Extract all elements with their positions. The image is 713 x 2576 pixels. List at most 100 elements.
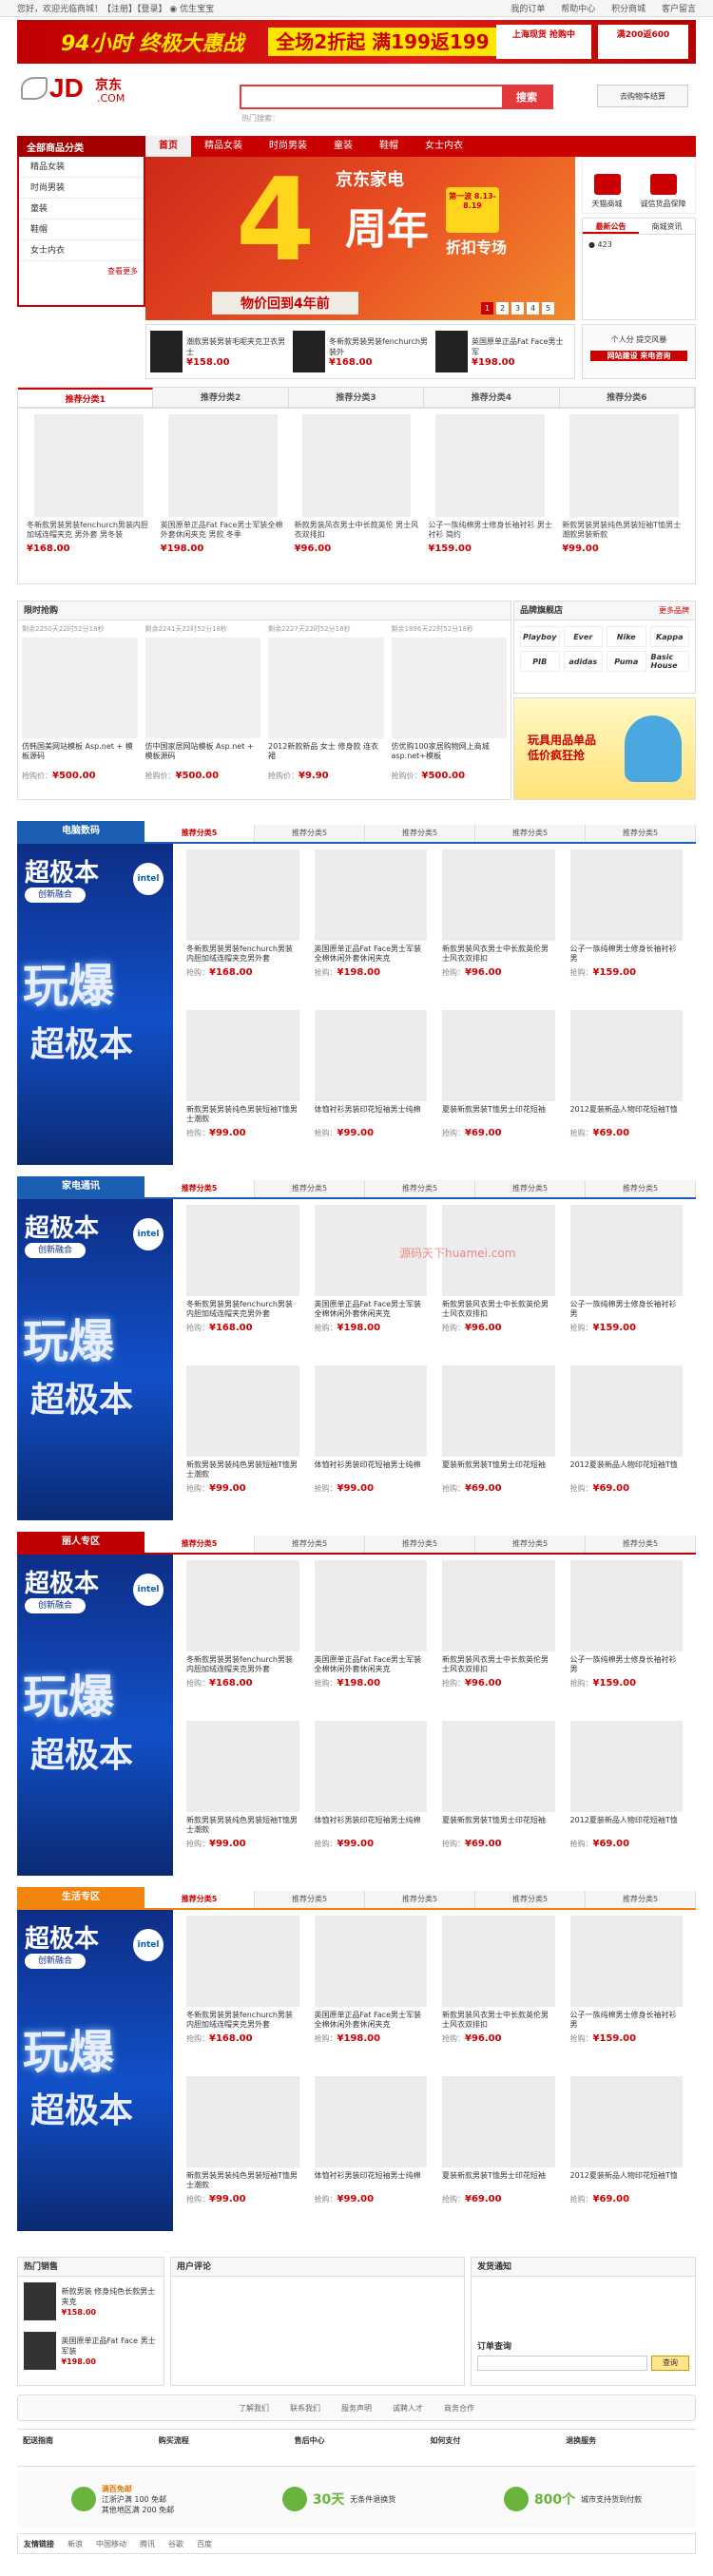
search-button[interactable]: 搜索 xyxy=(502,86,551,107)
product-card[interactable]: 2012夏装新品人物印花短袖T恤 抢购：¥69.00 xyxy=(563,1715,691,1876)
help-section[interactable]: 购买流程 xyxy=(153,2430,289,2466)
product-card[interactable]: 新款男装男装纯色男装短袖T恤男士 潮款男装新款 ¥99.00 xyxy=(557,414,691,554)
category-item[interactable]: 女士内衣 xyxy=(19,240,144,261)
friend-link[interactable]: 谷歌 xyxy=(168,2539,183,2549)
product-card[interactable]: 体恤衬衫男装印花短袖男士纯棉 抢购：¥99.00 xyxy=(307,1360,435,1520)
floor-tab[interactable]: 推荐分类5 xyxy=(475,1891,586,1908)
product-card[interactable]: 夏装新款男装T恤男士印花短袖 抢购：¥69.00 xyxy=(434,1360,563,1520)
product-card[interactable]: 新款男装男装纯色男装短袖T恤男士潮款 抢购：¥99.00 xyxy=(179,1715,307,1876)
promo-banner[interactable]: 94小时 终极大惠战 全场2折起 满199返199 上海现货 抢购中 满200返… xyxy=(17,20,696,64)
floor-tab[interactable]: 推荐分类5 xyxy=(365,1180,475,1197)
flash-sale-item[interactable]: 剩余2227天22时52分18秒 2012新款新品 女士 修身款 连衣裙 抢购价：¥… xyxy=(264,620,388,785)
nav-item-shoes[interactable]: 鞋帽 xyxy=(366,136,412,157)
product-card[interactable]: 新款男装男装纯色男装短袖T恤男士潮款 抢购：¥99.00 xyxy=(179,1360,307,1520)
brand-logo[interactable]: Ever xyxy=(563,626,603,647)
guarantee-link[interactable]: 诚信货品保障 xyxy=(641,174,686,209)
product-card[interactable]: 公子一族纯棉男士修身长袖衬衫男 抢购：¥159.00 xyxy=(563,844,691,1004)
banner-page-4[interactable]: 4 xyxy=(527,302,539,315)
flash-sale-item[interactable]: 剩余1896天22时52分18秒 仿优购100家居购物网上商城 asp.net+模… xyxy=(388,620,511,785)
product-card[interactable]: 新款男装风衣男士中长款英伦男士风衣双排扣 抢购：¥96.00 xyxy=(434,1910,563,2070)
hero-banner[interactable]: 4 京东家电 周年 第一波 8.13-8.19 折扣专场 物价回到4年前 1 2… xyxy=(145,157,575,320)
flash-sale-item[interactable]: 剩余2241天22时52分18秒 仿中国家居网站模板 Asp.net + 模板源码… xyxy=(142,620,265,785)
nav-item-home[interactable]: 首页 xyxy=(145,136,191,157)
floor-title[interactable]: 丽人专区 xyxy=(17,1532,145,1553)
floor-tab[interactable]: 推荐分类5 xyxy=(255,1180,365,1197)
footer-link[interactable]: 诚聘人才 xyxy=(393,2403,423,2414)
category-item[interactable]: 时尚男装 xyxy=(19,178,144,199)
floor-tab[interactable]: 推荐分类5 xyxy=(255,1891,365,1908)
category-item[interactable]: 精品女装 xyxy=(19,157,144,178)
friend-link[interactable]: 百度 xyxy=(197,2539,212,2549)
product-card[interactable]: 冬新款男装男装fenchurch男装内胆加绒连帽夹克男外套 抢购：¥168.00 xyxy=(179,1910,307,2070)
product-card[interactable]: 夏装新款男装T恤男士印花短袖 抢购：¥69.00 xyxy=(434,1715,563,1876)
product-card[interactable]: 体恤衬衫男装印花短袖男士纯棉 抢购：¥99.00 xyxy=(307,1004,435,1165)
hot-sale-item[interactable]: 英国原单正品Fat Face 男士军装 ¥198.00 xyxy=(18,2326,164,2376)
product-card[interactable]: 冬新款男装男装fenchurch男装内胆加绒连帽夹克男外套 抢购：¥168.00 xyxy=(179,844,307,1004)
banner-page-5[interactable]: 5 xyxy=(542,302,554,315)
floor-title[interactable]: 生活专区 xyxy=(17,1887,145,1908)
product-card[interactable]: 2012夏装新品人物印花短袖T恤 抢购：¥69.00 xyxy=(563,1360,691,1520)
nav-item-lingerie[interactable]: 女士内衣 xyxy=(412,136,476,157)
product-card[interactable]: 夏装新款男装T恤男士印花短袖 抢购：¥69.00 xyxy=(434,2070,563,2231)
help-section[interactable]: 退换服务 xyxy=(560,2430,696,2466)
mini-product[interactable]: 潮款男装男装毛呢夹克卫衣男士 ¥158.00 xyxy=(146,325,289,378)
tab-recommend-3[interactable]: 推荐分类3 xyxy=(288,388,425,407)
nav-item-kids[interactable]: 童装 xyxy=(320,136,366,157)
floor-ad[interactable]: 超极本 创新融合 intel 玩爆 超极本 xyxy=(17,844,173,1165)
top-link-orders[interactable]: 我的订单 xyxy=(511,5,545,14)
floor-tab[interactable]: 推荐分类5 xyxy=(365,1891,475,1908)
product-card[interactable]: 英国原单正品Fat Face男士军装全棉休闲外套休闲夹克 抢购：¥198.00 xyxy=(307,844,435,1004)
floor-title[interactable]: 家电通讯 xyxy=(17,1176,145,1197)
brand-logo[interactable]: Basic House xyxy=(649,651,689,672)
brand-logo[interactable]: Puma xyxy=(607,651,646,672)
floor-tab[interactable]: 推荐分类5 xyxy=(145,825,255,842)
floor-tab[interactable]: 推荐分类5 xyxy=(145,1180,255,1197)
brand-logo[interactable]: adidas xyxy=(563,651,603,672)
category-more-link[interactable]: 查看更多 xyxy=(19,261,144,282)
floor-tab[interactable]: 推荐分类5 xyxy=(475,1180,586,1197)
help-section[interactable]: 如何支付 xyxy=(424,2430,560,2466)
product-card[interactable]: 体恤衬衫男装印花短袖男士纯棉 抢购：¥99.00 xyxy=(307,1715,435,1876)
friend-link[interactable]: 新浪 xyxy=(67,2539,83,2549)
floor-tab[interactable]: 推荐分类5 xyxy=(586,1536,696,1553)
news-list[interactable]: ● 423 xyxy=(582,235,696,320)
product-card[interactable]: 新款男装风衣男士中长款英伦男士风衣双排扣 抢购：¥96.00 xyxy=(434,1555,563,1715)
floor-tab[interactable]: 推荐分类5 xyxy=(365,1536,475,1553)
top-link-points[interactable]: 积分商城 xyxy=(611,5,646,14)
product-card[interactable]: 新款男装男装纯色男装短袖T恤男士潮款 抢购：¥99.00 xyxy=(179,2070,307,2231)
footer-link[interactable]: 了解我们 xyxy=(239,2403,269,2414)
flash-sale-item[interactable]: 剩余2250天22时52分18秒 仿韩国美网站模板 Asp.net + 模板源码抢… xyxy=(18,620,142,785)
brand-logo[interactable]: Playboy xyxy=(520,626,560,647)
banner-page-2[interactable]: 2 xyxy=(496,302,509,315)
product-card[interactable]: 公子一族纯棉男士修身长袖衬衫男 抢购：¥159.00 xyxy=(563,1910,691,2070)
tab-recommend-6[interactable]: 推荐分类6 xyxy=(559,388,696,407)
tab-recommend-1[interactable]: 推荐分类1 xyxy=(18,388,154,407)
footer-link[interactable]: 联系我们 xyxy=(290,2403,320,2414)
help-section[interactable]: 售后中心 xyxy=(289,2430,425,2466)
product-card[interactable]: 冬新款男装男装fenchurch男装内胆加绒连帽夹克男外套 抢购：¥168.00 xyxy=(179,1555,307,1715)
banner-page-1[interactable]: 1 xyxy=(481,302,493,315)
floor-title[interactable]: 电脑数码 xyxy=(17,821,145,842)
friend-link[interactable]: 腾讯 xyxy=(140,2539,155,2549)
floor-tab[interactable]: 推荐分类5 xyxy=(475,825,586,842)
product-card[interactable]: 英国原单正品Fat Face男士军装全棉休闲外套休闲夹克 抢购：¥198.00 xyxy=(307,1910,435,2070)
product-card[interactable]: 新款男装风衣男士中长款英伦男士风衣双排扣 抢购：¥96.00 xyxy=(434,844,563,1004)
top-link-help[interactable]: 帮助中心 xyxy=(561,5,595,14)
product-card[interactable]: 英国原单正品Fat Face男士军装全棉外套休闲夹克 男款 冬季 ¥198.00 xyxy=(156,414,290,554)
product-card[interactable]: 2012夏装新品人物印花短袖T恤 抢购：¥69.00 xyxy=(563,1004,691,1165)
floor-tab[interactable]: 推荐分类5 xyxy=(145,1891,255,1908)
brand-logo[interactable]: Kappa xyxy=(649,626,689,647)
floor-tab[interactable]: 推荐分类5 xyxy=(145,1536,255,1553)
floor-ad[interactable]: 超极本 创新融合 intel 玩爆 超极本 xyxy=(17,1199,173,1520)
top-link-feedback[interactable]: 客户留言 xyxy=(662,5,696,14)
floor-ad[interactable]: 超极本 创新融合 intel 玩爆 超极本 xyxy=(17,1555,173,1876)
floor-tab[interactable]: 推荐分类5 xyxy=(475,1536,586,1553)
toy-ad[interactable]: 玩具用品单品 低价疯狂抢 xyxy=(513,697,696,800)
product-card[interactable]: 新款男装男装纯色男装短袖T恤男士潮款 抢购：¥99.00 xyxy=(179,1004,307,1165)
floor-tab[interactable]: 推荐分类5 xyxy=(365,825,475,842)
product-card[interactable]: 英国原单正品Fat Face男士军装全棉休闲外套休闲夹克 抢购：¥198.00 xyxy=(307,1555,435,1715)
floor-tab[interactable]: 推荐分类5 xyxy=(255,1536,365,1553)
site-logo[interactable]: JD 京东 .COM xyxy=(21,73,135,115)
mini-product[interactable]: 英国原单正品Fat Face男士军 ¥198.00 xyxy=(432,325,574,378)
brand-logo[interactable]: Nike xyxy=(607,626,646,647)
